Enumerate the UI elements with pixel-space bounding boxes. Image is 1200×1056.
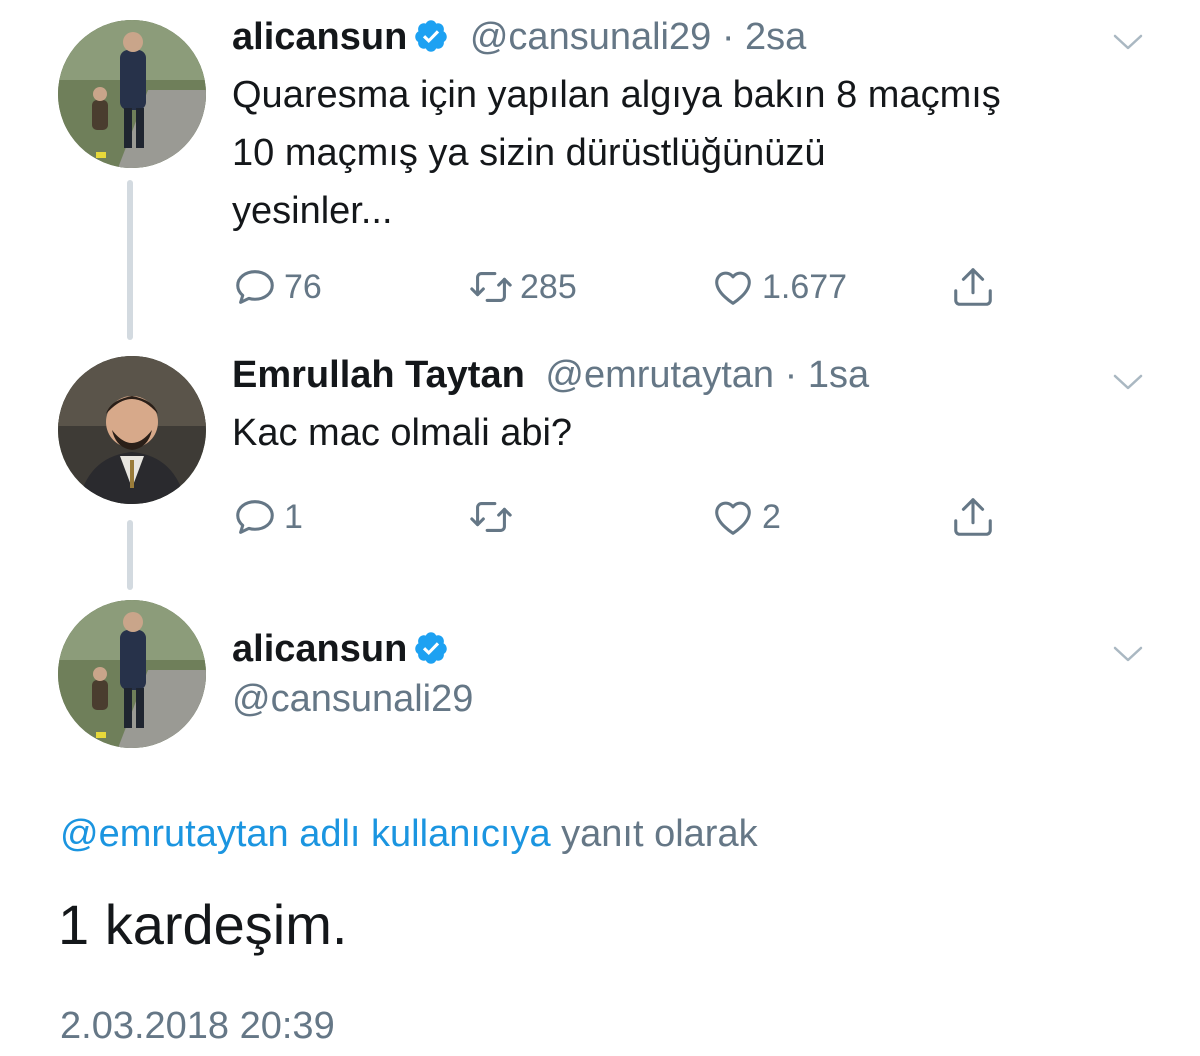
like-button[interactable]: 2: [710, 492, 781, 542]
chevron-down-icon[interactable]: [1112, 372, 1144, 392]
relative-time[interactable]: 2sa: [745, 16, 806, 58]
tweet-actions: 76 285 1.677: [232, 262, 1012, 312]
tweet-text-line: yesinler...: [232, 190, 393, 232]
tweet-header: Emrullah Taytan @emrutaytan · 1sa: [232, 352, 869, 398]
display-name[interactable]: alicansun: [232, 628, 407, 670]
share-icon: [954, 498, 992, 536]
avatar[interactable]: [58, 356, 206, 504]
like-icon: [715, 271, 751, 305]
display-name[interactable]: Emrullah Taytan: [232, 354, 525, 396]
share-button[interactable]: [950, 492, 996, 542]
tweet-timestamp[interactable]: 2.03.2018 20:39: [60, 1002, 335, 1050]
retweet-icon: [470, 272, 512, 302]
tweet-text-line: Kac mac olmali abi?: [232, 412, 573, 454]
verified-badge-icon: [415, 20, 448, 52]
reply-button[interactable]: 76: [232, 262, 322, 312]
like-count: 2: [762, 497, 781, 536]
avatar[interactable]: [58, 20, 206, 168]
reply-context: @emrutaytan adlı kullanıcıya yanıt olara…: [60, 810, 758, 858]
relative-time[interactable]: 1sa: [808, 354, 869, 396]
like-icon: [715, 501, 751, 535]
tweet-text-line: 10 maçmış ya sizin dürüstlüğünüzü: [232, 132, 826, 174]
avatar[interactable]: [58, 600, 206, 748]
tweet-text: Quaresma için yapılan algıya bakın 8 maç…: [232, 66, 1152, 240]
separator-dot: ·: [784, 354, 798, 396]
like-button[interactable]: 1.677: [710, 262, 847, 312]
reply-count: 1: [284, 497, 303, 536]
like-count: 1.677: [762, 267, 848, 306]
reply-context-mention[interactable]: @emrutaytan adlı kullanıcıya: [60, 813, 551, 855]
reply-icon: [236, 270, 274, 304]
reply-icon: [236, 500, 274, 534]
focus-handle-line: @cansunali29: [232, 676, 473, 722]
handle[interactable]: @cansunali29: [232, 678, 473, 720]
reply-count: 76: [284, 267, 322, 306]
focus-tweet-text: 1 kardeşim.: [58, 893, 348, 956]
chevron-down-icon[interactable]: [1112, 32, 1144, 52]
retweet-button[interactable]: 285: [468, 262, 577, 312]
tweet-1[interactable]: alicansun @cansunali29 · 2sa Quaresma iç…: [0, 0, 1200, 340]
tweet-actions: 1 2: [232, 492, 1012, 542]
separator-dot: ·: [721, 16, 735, 58]
retweet-count: 285: [520, 267, 577, 306]
display-name[interactable]: alicansun: [232, 16, 407, 58]
tweet-text-line: Quaresma için yapılan algıya bakın 8 maç…: [232, 74, 1001, 116]
share-icon: [954, 268, 992, 306]
tweet-2[interactable]: Emrullah Taytan @emrutaytan · 1sa Kac ma…: [0, 340, 1200, 590]
tweet-text: Kac mac olmali abi?: [232, 404, 1152, 462]
tweet-header: alicansun @cansunali29 · 2sa: [232, 14, 806, 60]
chevron-down-icon[interactable]: [1112, 644, 1144, 664]
reply-context-suffix: yanıt olarak: [550, 813, 758, 855]
verified-badge-icon: [415, 632, 448, 664]
handle[interactable]: @cansunali29: [470, 16, 711, 58]
handle[interactable]: @emrutaytan: [545, 354, 774, 396]
reply-button[interactable]: 1: [232, 492, 303, 542]
retweet-icon: [470, 502, 512, 532]
retweet-button[interactable]: [468, 492, 520, 542]
focus-name-line: alicansun: [232, 626, 449, 672]
share-button[interactable]: [950, 262, 996, 312]
